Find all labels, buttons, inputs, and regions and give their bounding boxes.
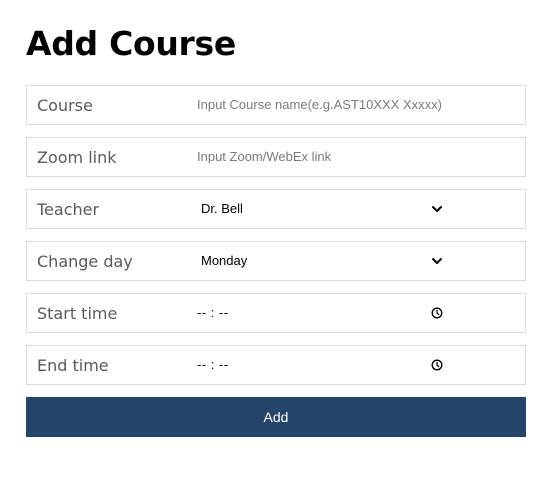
teacher-row: Teacher Dr. Bell <box>26 189 526 229</box>
teacher-label: Teacher <box>37 200 100 219</box>
end-time-label: End time <box>37 356 109 375</box>
zoom-link-input[interactable]: Input Zoom/WebEx link <box>197 138 331 176</box>
end-time-input[interactable]: -- : -- <box>197 346 447 384</box>
zoom-link-row: Zoom link Input Zoom/WebEx link <box>26 137 526 177</box>
start-time-label: Start time <box>37 304 118 323</box>
change-day-select[interactable]: Monday <box>197 242 447 280</box>
teacher-select[interactable]: Dr. Bell <box>197 190 447 228</box>
chevron-down-icon <box>432 206 442 212</box>
chevron-down-icon <box>432 258 442 264</box>
start-time-value: -- : -- <box>197 305 229 320</box>
change-day-selected-value: Monday <box>201 253 248 268</box>
zoom-link-label: Zoom link <box>37 148 117 167</box>
start-time-row: Start time -- : -- <box>26 293 526 333</box>
clock-icon[interactable] <box>431 307 443 319</box>
change-day-label: Change day <box>37 252 133 271</box>
clock-icon[interactable] <box>431 359 443 371</box>
change-day-row: Change day Monday <box>26 241 526 281</box>
end-time-value: -- : -- <box>197 357 229 372</box>
end-time-row: End time -- : -- <box>26 345 526 385</box>
page-title: Add Course <box>26 24 236 63</box>
course-row: Course Input Course name(e.g.AST10XXX Xx… <box>26 85 526 125</box>
teacher-selected-value: Dr. Bell <box>201 201 243 216</box>
course-label: Course <box>37 96 93 115</box>
start-time-input[interactable]: -- : -- <box>197 294 447 332</box>
course-input[interactable]: Input Course name(e.g.AST10XXX Xxxxx) <box>197 86 442 124</box>
add-button[interactable]: Add <box>26 397 526 437</box>
